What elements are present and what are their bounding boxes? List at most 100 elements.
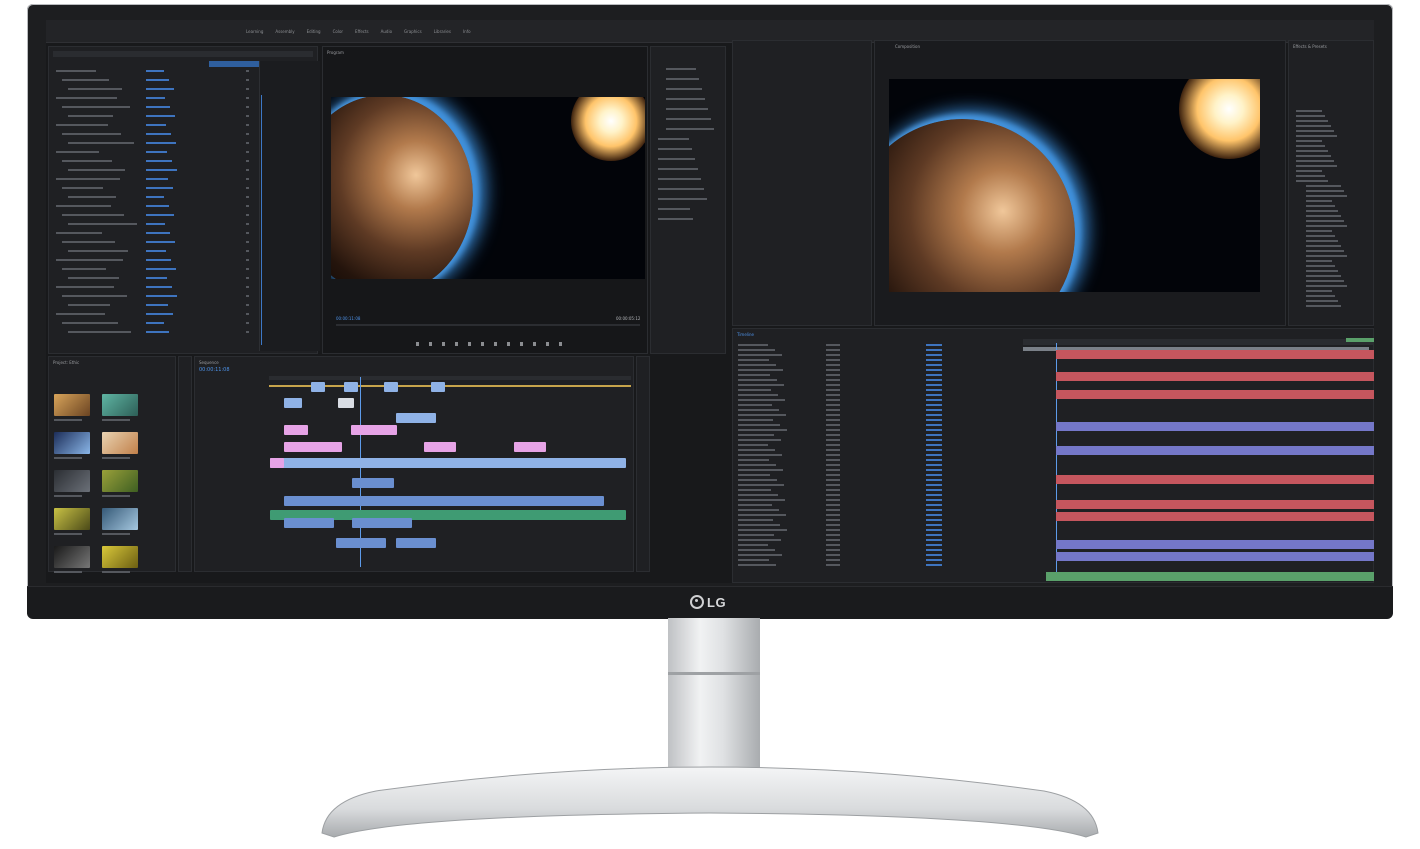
effects-list-item <box>1306 285 1347 287</box>
transport-controls[interactable] <box>416 342 636 348</box>
effect-row-value <box>146 196 164 198</box>
info-row-text <box>658 198 707 200</box>
effect-row-keyframe-icon <box>246 79 249 81</box>
program-scrubber[interactable] <box>336 324 640 326</box>
timeline-clip <box>284 398 302 408</box>
ae-layer-value <box>926 424 942 426</box>
effect-row-text <box>68 277 119 279</box>
effect-row-keyframe-icon <box>246 142 249 144</box>
effect-row-value <box>146 142 176 144</box>
program-video-frame <box>331 97 645 279</box>
ae-layer-name <box>738 554 782 556</box>
effect-row-keyframe-icon <box>246 268 249 270</box>
ae-layer-bar <box>1056 390 1374 399</box>
ae-layer-mode <box>826 464 840 466</box>
timeline-clip <box>284 425 308 435</box>
effects-list-item <box>1306 190 1344 192</box>
effects-list-item <box>1296 120 1328 122</box>
effect-row-keyframe-icon <box>246 223 249 225</box>
ae-layer-value <box>926 509 942 511</box>
effects-list-item <box>1296 155 1331 157</box>
ae-layer-name <box>738 369 783 371</box>
workspace-tabs: Learning Assembly Editing Color Effects Audio… <box>246 29 471 34</box>
effect-row-keyframe-icon <box>246 97 249 99</box>
ae-layer-name <box>738 364 776 366</box>
info-row-text <box>658 208 690 210</box>
ae-layer-bar <box>1046 572 1374 581</box>
effect-row-keyframe-icon <box>246 277 249 279</box>
ae-layer-mode <box>826 469 840 471</box>
info-row-text <box>658 218 693 220</box>
ae-layer-mode <box>826 554 840 556</box>
effect-row-value <box>146 97 165 99</box>
ae-layer-mode <box>826 419 840 421</box>
effect-row-value <box>146 250 166 252</box>
ae-layer-value <box>926 344 942 346</box>
ae-layer-bar <box>1056 372 1374 381</box>
ae-layer-value <box>926 464 942 466</box>
ae-layer-value <box>926 354 942 356</box>
effect-row-text <box>62 187 103 189</box>
effects-list-item <box>1306 305 1341 307</box>
effect-row-keyframe-icon <box>246 313 249 315</box>
timeline-clip <box>384 382 398 392</box>
effects-list-item <box>1306 275 1341 277</box>
ae-layer-value <box>926 454 942 456</box>
effect-row-text <box>56 259 123 261</box>
effects-list-item <box>1296 150 1328 152</box>
effect-row-text <box>68 250 128 252</box>
effect-row-value <box>146 241 175 243</box>
planet-atmosphere <box>889 119 1075 292</box>
project-thumbnail <box>102 394 138 416</box>
effect-row-value <box>146 277 167 279</box>
ae-layer-name <box>738 444 768 446</box>
ae-layer-mode <box>826 434 840 436</box>
ae-layer-mode <box>826 369 840 371</box>
project-thumbnail <box>54 394 90 416</box>
ae-layer-name <box>738 509 779 511</box>
effect-row-value <box>146 88 174 90</box>
ae-timeline-label: Timeline <box>737 332 755 337</box>
project-label: Project: Ethic <box>53 360 80 365</box>
effect-row-value <box>146 187 173 189</box>
ae-layer-name <box>738 534 774 536</box>
project-thumbnail-label <box>102 533 130 535</box>
effect-row-text <box>62 133 121 135</box>
effect-row-keyframe-icon <box>246 286 249 288</box>
effects-list-item <box>1296 115 1325 117</box>
effects-list-item <box>1306 220 1344 222</box>
effect-row-keyframe-icon <box>246 232 249 234</box>
effects-list-item <box>1296 130 1334 132</box>
brand-text: LG <box>707 594 727 610</box>
ae-layer-value <box>926 544 942 546</box>
ae-layer-name <box>738 484 784 486</box>
ae-layer-mode <box>826 379 840 381</box>
ae-layer-name <box>738 449 775 451</box>
ae-layer-value <box>926 409 942 411</box>
effect-row-text <box>62 160 112 162</box>
project-thumbnail <box>54 546 90 568</box>
ae-layer-mode <box>826 389 840 391</box>
timeline-clip <box>431 382 445 392</box>
project-thumbnail <box>54 470 90 492</box>
effect-row-keyframe-icon <box>246 214 249 216</box>
ae-layer-bar <box>1056 350 1374 359</box>
effects-list-item <box>1306 195 1347 197</box>
sequence-label: Sequence <box>199 360 219 365</box>
info-row-text <box>658 178 701 180</box>
ae-layer-value <box>926 549 942 551</box>
effect-row-keyframe-icon <box>246 241 249 243</box>
effects-list-item <box>1306 250 1344 252</box>
ae-layer-name <box>738 424 780 426</box>
ae-layer-name <box>738 559 769 561</box>
info-row-text <box>658 158 695 160</box>
effect-row-value <box>146 106 170 108</box>
ae-layer-value <box>926 479 942 481</box>
ae-layer-value <box>926 394 942 396</box>
project-thumbnail <box>54 432 90 454</box>
ae-layer-name <box>738 489 771 491</box>
timeline-clip <box>396 413 436 423</box>
ae-layer-name <box>738 494 778 496</box>
ae-effects-presets-panel: Effects & Presets <box>1288 40 1374 326</box>
ae-layer-value <box>926 404 942 406</box>
